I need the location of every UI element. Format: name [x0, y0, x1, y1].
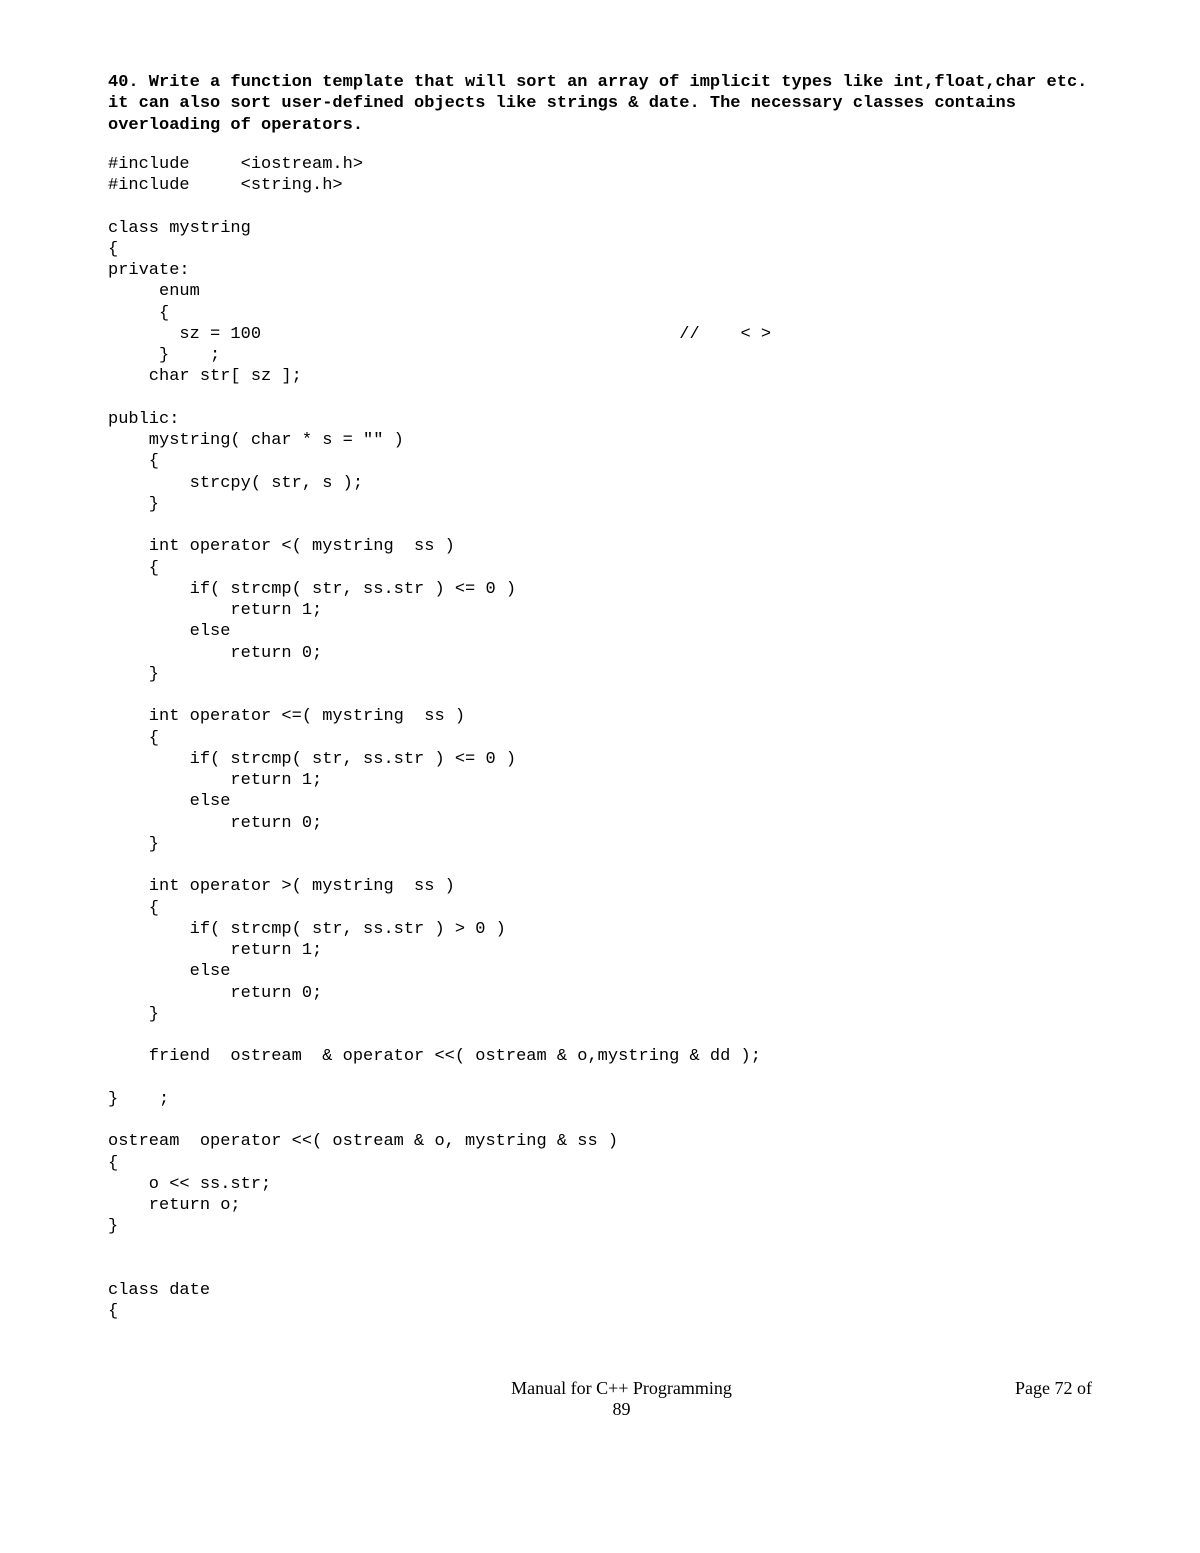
document-page: 40. Write a function template that will …	[0, 0, 1200, 1460]
footer-title: Manual for C++ Programming	[228, 1378, 1015, 1399]
page-footer: Manual for C++ Programming 89 Page 72 of	[108, 1378, 1092, 1420]
footer-page-number: Page 72 of	[1015, 1378, 1092, 1420]
code-block: #include <iostream.h> #include <string.h…	[108, 154, 1092, 1323]
footer-page-total: 89	[228, 1399, 1015, 1420]
question-heading: 40. Write a function template that will …	[108, 72, 1092, 136]
